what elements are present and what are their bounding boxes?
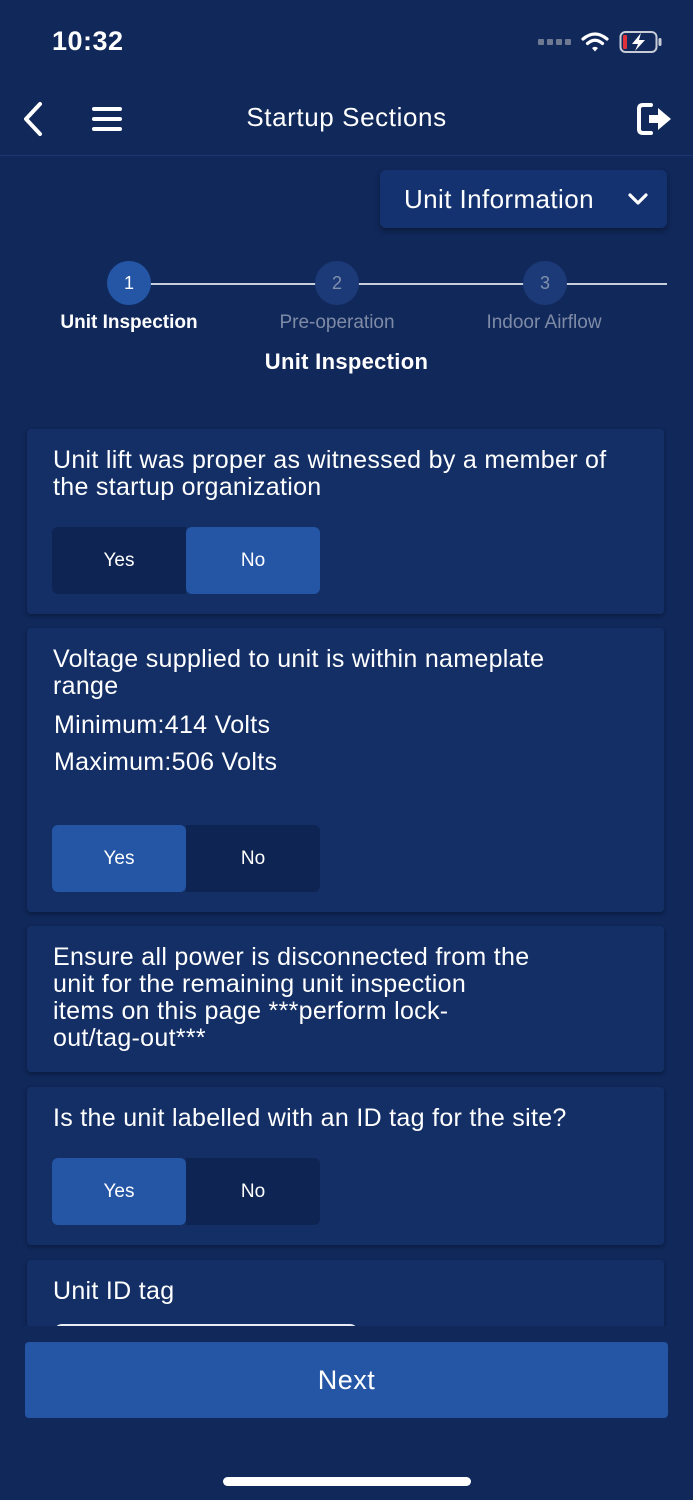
yes-no-toggle: Yes No — [52, 825, 320, 892]
battery-charging-icon — [619, 31, 662, 53]
maximum-voltage: Maximum:506 Volts — [54, 748, 278, 776]
yes-option[interactable]: Yes — [52, 825, 186, 892]
yes-no-toggle: Yes No — [52, 527, 320, 594]
current-step-title: Unit Inspection — [264, 349, 429, 374]
status-time: 10:32 — [52, 26, 124, 56]
home-indicator — [223, 1477, 471, 1486]
yes-option[interactable]: Yes — [52, 527, 186, 594]
wifi-icon — [581, 32, 609, 52]
no-option[interactable]: No — [186, 1158, 320, 1225]
instruction-card: Ensure all power is disconnected from th… — [27, 926, 664, 1072]
question-text: Unit ID tag — [53, 1277, 175, 1305]
question-text: Is the unit labelled with an ID tag for … — [53, 1104, 567, 1132]
chevron-down-icon — [628, 193, 648, 205]
page-title: Startup Sections — [246, 102, 447, 132]
step-connector — [566, 283, 667, 285]
question-card: Voltage supplied to unit is within namep… — [27, 628, 664, 912]
question-card: Unit lift was proper as witnessed by a m… — [27, 429, 664, 614]
section-dropdown-label: Unit Information — [404, 183, 594, 214]
question-text: Voltage supplied to unit is within namep… — [53, 645, 545, 700]
step-label-3: Indoor Airflow — [486, 312, 602, 333]
question-card: Unit ID tag — [27, 1260, 664, 1326]
questions-list[interactable]: Unit lift was proper as witnessed by a m… — [0, 420, 693, 1326]
status-icons — [538, 30, 663, 54]
no-option[interactable]: No — [186, 527, 320, 594]
question-card: Is the unit labelled with an ID tag for … — [27, 1087, 664, 1245]
step-connector — [150, 283, 316, 285]
step-label-1: Unit Inspection — [60, 312, 198, 333]
step-label-2: Pre-operation — [279, 312, 395, 333]
yes-option[interactable]: Yes — [52, 1158, 186, 1225]
step-circle-2[interactable]: 2 — [315, 261, 359, 305]
unit-id-input[interactable] — [54, 1324, 358, 1326]
minimum-voltage: Minimum:414 Volts — [54, 711, 271, 739]
question-text: Unit lift was proper as witnessed by a m… — [53, 446, 607, 501]
nav-bar: Startup Sections — [0, 88, 693, 156]
step-connector — [358, 283, 524, 285]
instruction-text: Ensure all power is disconnected from th… — [53, 943, 530, 1052]
step-circle-3[interactable]: 3 — [523, 261, 567, 305]
next-button[interactable]: Next — [25, 1342, 668, 1418]
section-dropdown[interactable]: Unit Information — [380, 170, 667, 228]
yes-no-toggle: Yes No — [52, 1158, 320, 1225]
step-circle-1[interactable]: 1 — [107, 261, 151, 305]
signal-dots-icon — [538, 39, 571, 45]
status-bar: 10:32 — [0, 0, 693, 88]
logout-icon[interactable] — [635, 100, 675, 138]
no-option[interactable]: No — [186, 825, 320, 892]
